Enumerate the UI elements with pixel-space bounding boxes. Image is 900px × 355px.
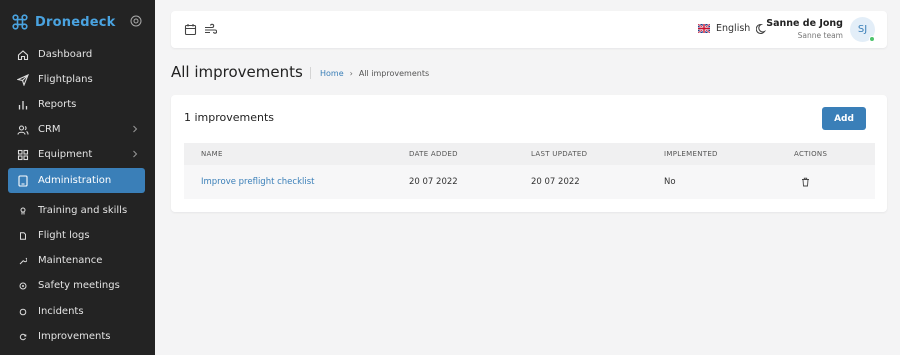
sidebar-item-label: Flightplans — [38, 74, 93, 85]
shield-icon — [17, 280, 29, 292]
sidebar-item-label: CRM — [38, 124, 61, 135]
user-team: Sanne team — [797, 31, 843, 40]
sidebar-item-administration[interactable]: Administration — [8, 168, 145, 193]
delete-trash-icon[interactable] — [801, 177, 810, 187]
column-header-actions: ACTIONS — [794, 150, 828, 158]
wrench-icon — [17, 255, 29, 267]
breadcrumb-chevron-icon: › — [349, 68, 353, 78]
user-name: Sanne de Jong — [766, 18, 843, 29]
grid-icon — [17, 149, 29, 161]
page-title: All improvements — [171, 63, 303, 81]
home-icon — [17, 49, 29, 61]
brand-name: Dronedeck — [35, 14, 116, 30]
column-header-date-added[interactable]: DATE ADDED — [409, 143, 458, 165]
cell-actions — [794, 165, 810, 199]
table-header: NAME DATE ADDED LAST UPDATED IMPLEMENTED… — [184, 143, 875, 165]
tablet-icon — [17, 174, 29, 187]
sidebar-item-dashboard[interactable]: Dashboard — [8, 42, 145, 67]
dronedeck-logo-icon — [12, 14, 28, 30]
sidebar-item-flightplans[interactable]: Flightplans — [8, 67, 145, 92]
users-icon — [17, 124, 29, 136]
sidebar-item-equipment[interactable]: Equipment — [8, 142, 145, 167]
table-row[interactable]: Improve preflight checklist 20 07 2022 2… — [184, 165, 875, 199]
avatar-initials: SJ — [857, 24, 868, 35]
breadcrumb-home-link[interactable]: Home — [320, 69, 344, 78]
improvements-table: NAME DATE ADDED LAST UPDATED IMPLEMENTED… — [184, 143, 875, 199]
sidebar-item-label: Reports — [38, 99, 77, 110]
improvements-count: 1 improvements — [184, 111, 275, 124]
cell-last-updated: 20 07 2022 — [531, 177, 580, 187]
refresh-icon — [17, 331, 29, 343]
column-header-name[interactable]: NAME — [201, 143, 223, 165]
badge-icon — [17, 205, 29, 217]
language-label: English — [716, 23, 751, 34]
paper-plane-icon — [17, 73, 29, 86]
uk-flag-icon — [698, 24, 710, 33]
sidebar-item-improvements[interactable]: Improvements — [8, 324, 145, 349]
column-header-last-updated[interactable]: LAST UPDATED — [531, 143, 587, 165]
improvements-card: 1 improvements Add NAME DATE ADDED LAST … — [171, 95, 887, 212]
chevron-right-icon — [133, 125, 138, 133]
sidebar-item-label: Equipment — [38, 149, 93, 160]
user-info[interactable]: Sanne de Jong Sanne team — [766, 18, 843, 40]
cell-date-added: 20 07 2022 — [409, 177, 458, 187]
breadcrumb-current: All improvements — [358, 68, 430, 78]
circle-icon — [17, 306, 29, 318]
collapse-sidebar-icon[interactable] — [130, 15, 142, 27]
sidebar: Dronedeck Dashboard Flightplans Reports … — [0, 0, 155, 355]
sidebar-item-safety-meetings[interactable]: Safety meetings — [8, 273, 145, 298]
sidebar-item-label: Flight logs — [38, 230, 90, 241]
sidebar-item-label: Dashboard — [38, 49, 93, 60]
cell-implemented: No — [664, 177, 676, 187]
sidebar-item-label: Incidents — [38, 306, 84, 317]
sidebar-item-label: Maintenance — [38, 255, 103, 266]
sidebar-item-crm[interactable]: CRM — [8, 117, 145, 142]
breadcrumb: Home › All improvements — [310, 67, 429, 79]
calendar-icon[interactable] — [184, 23, 197, 36]
topbar: English Sanne de Jong Sanne team SJ — [171, 11, 887, 48]
improvement-name-link[interactable]: Improve preflight checklist — [201, 165, 315, 199]
sidebar-item-label: Training and skills — [38, 205, 128, 216]
sidebar-item-label: Safety meetings — [38, 280, 120, 291]
sidebar-item-incidents[interactable]: Incidents — [8, 299, 145, 324]
wind-icon[interactable] — [204, 23, 217, 36]
column-header-implemented[interactable]: IMPLEMENTED — [664, 143, 718, 165]
sidebar-item-flight-logs[interactable]: Flight logs — [8, 223, 145, 248]
sidebar-item-label: Improvements — [38, 331, 111, 342]
sidebar-item-training-and-skills[interactable]: Training and skills — [8, 198, 145, 223]
bar-chart-icon — [17, 99, 29, 111]
add-improvement-button[interactable]: Add — [822, 107, 866, 130]
sidebar-item-reports[interactable]: Reports — [8, 92, 145, 117]
file-icon — [17, 230, 29, 242]
language-selector[interactable]: English — [698, 23, 750, 34]
online-status-dot — [869, 36, 875, 42]
brand[interactable]: Dronedeck — [12, 13, 115, 31]
chevron-right-icon — [133, 150, 138, 158]
sidebar-item-maintenance[interactable]: Maintenance — [8, 248, 145, 273]
sidebar-item-label: Administration — [38, 175, 112, 186]
